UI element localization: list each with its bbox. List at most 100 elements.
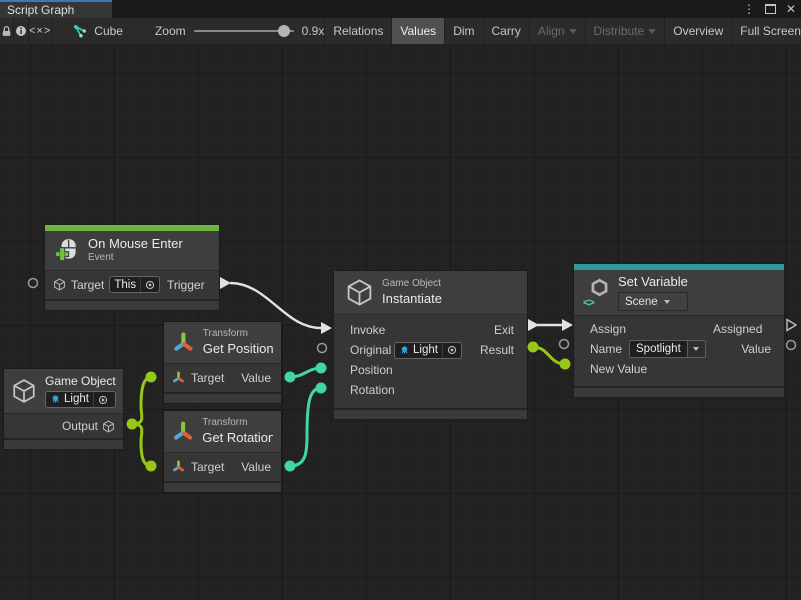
port-trigger-out[interactable] (220, 277, 231, 289)
align-button[interactable]: Align (529, 18, 585, 44)
dim-button[interactable]: Dim (444, 18, 482, 44)
zoom-slider-handle[interactable] (278, 25, 290, 37)
node-get-rotation[interactable]: Transform Get Rotation Target Value (163, 410, 282, 493)
node-game-object[interactable]: Game Object Light Output (3, 368, 124, 450)
wire-getrotation-value-to-rotation (290, 388, 321, 466)
info-icon (14, 24, 28, 38)
object-picker-icon[interactable] (140, 277, 155, 292)
port-assign-in[interactable] (562, 319, 573, 331)
port-label-new-value: New Value (590, 362, 647, 376)
transform-icon (172, 371, 185, 384)
node-set-variable[interactable]: <> Set Variable Scene Assign Assigned Na… (573, 263, 785, 398)
node-footer (164, 481, 281, 492)
node-footer (45, 299, 219, 310)
port-value-out[interactable] (787, 341, 796, 350)
port-invoke-in[interactable] (321, 322, 332, 334)
graph-toolbar: <×> Cube Zoom 0.9x Relations Values Dim … (0, 18, 801, 45)
port-assigned-out[interactable] (787, 320, 796, 331)
node-get-position[interactable]: Transform Get Position Target Value (163, 321, 282, 404)
mouse-add-event-icon (54, 237, 80, 263)
code-icon: <×> (29, 25, 51, 37)
port-label-exit: Exit (494, 323, 514, 337)
node-category: Game Object (382, 278, 442, 291)
original-value-field[interactable]: Light (394, 342, 462, 359)
cube-icon (11, 378, 37, 404)
port-label-trigger: Trigger (167, 278, 211, 292)
port-label-target: Target (191, 371, 224, 385)
graph-name-label: Cube (94, 24, 123, 38)
port-rotation-in[interactable] (316, 383, 327, 394)
port-mouseenter-target-in[interactable] (29, 279, 38, 288)
node-subtitle: Event (88, 252, 183, 265)
port-label-original: Original (350, 343, 394, 357)
close-icon[interactable]: ✕ (786, 3, 796, 15)
object-picker-icon[interactable] (93, 392, 108, 407)
port-label-name: Name (590, 342, 622, 356)
port-original-in[interactable] (318, 344, 327, 353)
port-getposition-value-out[interactable] (285, 372, 296, 383)
chevron-down-icon (664, 300, 670, 304)
zoom-slider-track[interactable] (194, 30, 294, 32)
node-title: Set Variable (618, 274, 688, 290)
light-icon (50, 394, 61, 405)
port-getrotation-value-out[interactable] (285, 461, 296, 472)
port-getposition-target-in[interactable] (146, 372, 157, 383)
menu-icon[interactable]: ⋮ (743, 3, 755, 15)
port-getrotation-target-in[interactable] (146, 461, 157, 472)
port-gameobject-output-out[interactable] (127, 419, 138, 430)
lock-icon (0, 25, 13, 38)
port-label-assigned: Assigned (713, 322, 771, 336)
variable-name-dropdown[interactable]: Spotlight (629, 340, 706, 358)
object-picker-icon[interactable] (442, 343, 457, 358)
fullscreen-button[interactable]: Full Screen (731, 18, 801, 44)
port-label-rotation: Rotation (350, 383, 396, 397)
port-name-in[interactable] (560, 340, 569, 349)
port-label-output: Output (58, 419, 98, 433)
tab-bar: Script Graph ⋮ ✕ (0, 0, 801, 18)
values-button[interactable]: Values (391, 18, 444, 44)
variable-scope-dropdown[interactable]: Scene (618, 292, 688, 311)
zoom-value: 0.9x (302, 24, 325, 38)
tab-script-graph[interactable]: Script Graph (0, 0, 112, 18)
target-value-field[interactable]: This (109, 276, 160, 293)
chevron-down-icon (569, 29, 577, 34)
node-on-mouse-enter[interactable]: On Mouse Enter Event Target This Trigger (44, 224, 220, 311)
node-category: Transform (203, 328, 273, 341)
zoom-label: Zoom (155, 24, 186, 38)
unity-variable-icon: <> (584, 277, 610, 309)
node-title: Instantiate (382, 291, 442, 307)
script-graph-window: Script Graph ⋮ ✕ <×> (0, 0, 801, 600)
port-result-out[interactable] (528, 342, 539, 353)
carry-button[interactable]: Carry (483, 18, 529, 44)
info-button[interactable] (14, 18, 29, 44)
port-label-value: Value (741, 342, 771, 356)
graph-canvas[interactable]: On Mouse Enter Event Target This Trigger (0, 44, 801, 600)
maximize-icon[interactable] (765, 4, 776, 14)
node-title: On Mouse Enter (88, 236, 183, 252)
lock-button[interactable] (0, 18, 14, 44)
node-instantiate[interactable]: Game Object Instantiate Invoke Exit Orig… (333, 270, 528, 420)
wire-output-to-getposition-target (132, 377, 151, 424)
port-label-value: Value (241, 460, 271, 474)
object-field[interactable]: Light (45, 391, 116, 408)
zoom-control: Zoom 0.9x (155, 18, 324, 44)
port-new-value-in[interactable] (560, 359, 571, 370)
node-category: Transform (202, 417, 273, 430)
port-exit-out[interactable] (528, 319, 539, 331)
cube-icon (345, 278, 374, 307)
port-label-value: Value (241, 371, 271, 385)
relations-button[interactable]: Relations (324, 18, 391, 44)
distribute-button[interactable]: Distribute (585, 18, 665, 44)
graph-icon (73, 24, 88, 39)
cube-icon (102, 420, 115, 433)
overview-button[interactable]: Overview (664, 18, 731, 44)
port-label-target: Target (71, 278, 104, 292)
port-position-in[interactable] (316, 363, 327, 374)
node-footer (4, 438, 123, 449)
node-title: Game Object (45, 374, 116, 389)
window-controls: ⋮ ✕ (743, 0, 796, 18)
code-view-button[interactable]: <×> (29, 18, 52, 44)
light-icon (399, 345, 410, 356)
graph-breadcrumb[interactable]: Cube (73, 18, 123, 44)
port-label-position: Position (350, 363, 396, 377)
